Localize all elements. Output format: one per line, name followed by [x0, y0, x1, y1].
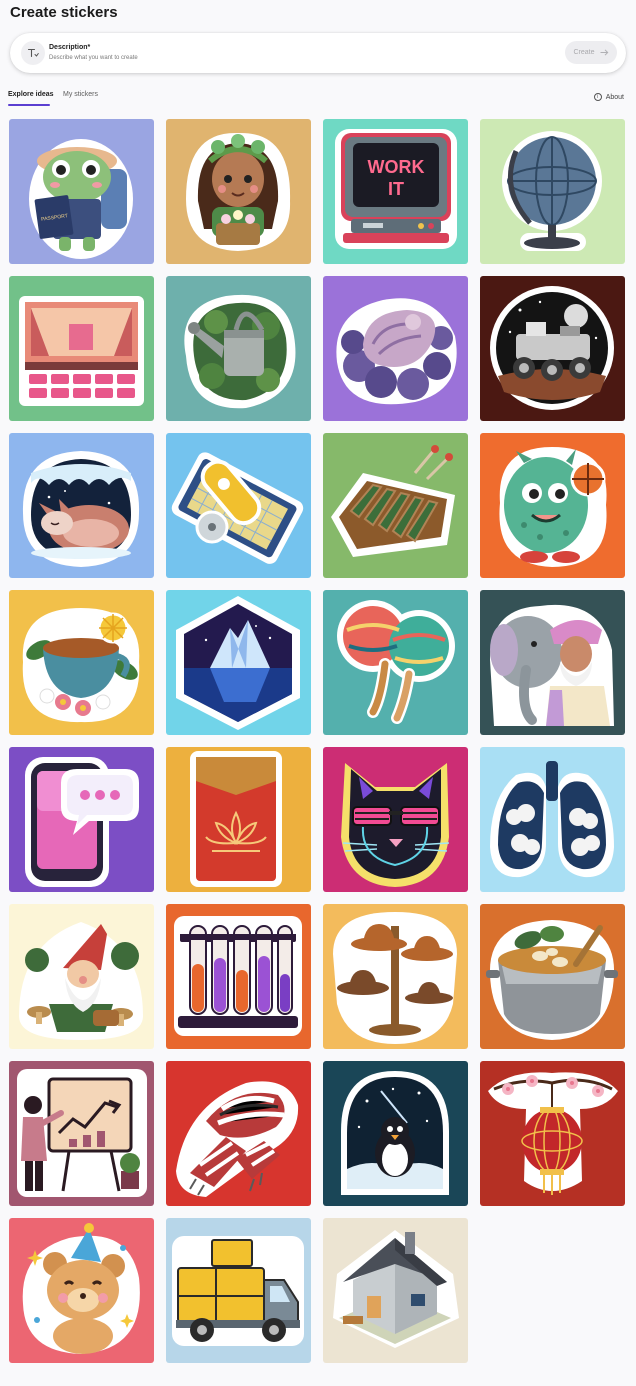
watering-can-icon	[184, 294, 296, 409]
sticker-tile-penguin-night[interactable]	[323, 1061, 468, 1206]
sleeping-fox-icon	[22, 451, 140, 567]
sticker-tile-work-it-computer[interactable]: WORK IT	[323, 119, 468, 264]
arrow-right-icon	[600, 49, 608, 56]
sticker-tile-presentation[interactable]	[9, 1061, 154, 1206]
elephant-icon	[490, 604, 614, 726]
create-button-label: Create	[573, 49, 595, 56]
sticker-grid: PASSPORT WORK IT	[9, 119, 625, 1363]
xylophone-icon	[331, 445, 455, 557]
about-link[interactable]: i About	[593, 93, 624, 101]
bear-icon	[22, 1223, 140, 1354]
sticker-tile-flower-girl[interactable]	[166, 119, 311, 264]
hat-rack-icon	[333, 912, 457, 1044]
maracas-icon	[337, 600, 455, 724]
sticker-tile-frog-traveler[interactable]: PASSPORT	[9, 119, 154, 264]
cat-icon	[341, 763, 450, 887]
description-label: Description*	[49, 44, 91, 51]
sticker-tile-tea-cup[interactable]	[9, 590, 154, 735]
house-icon	[333, 1230, 459, 1348]
sticker-tile-delivery-truck[interactable]	[166, 1218, 311, 1363]
description-prompt-box[interactable]: Description* Describe what you want to c…	[10, 33, 626, 73]
presentation-icon	[17, 1069, 147, 1197]
monster-icon	[499, 447, 607, 567]
sticker-tile-globe[interactable]	[480, 119, 625, 264]
about-label: About	[605, 93, 624, 101]
truck-icon	[172, 1236, 304, 1346]
penguin-icon	[341, 1071, 449, 1195]
sticker-tile-seashell[interactable]	[323, 276, 468, 421]
sticker-tile-maracas[interactable]	[323, 590, 468, 735]
page-title: Create stickers	[10, 4, 118, 21]
sticker-tile-red-envelope[interactable]	[166, 747, 311, 892]
soup-pot-icon	[486, 920, 618, 1040]
moon-rover-icon	[490, 286, 614, 410]
seashell-icon	[336, 298, 457, 405]
sticker-tile-theater[interactable]	[9, 276, 154, 421]
work-it-text: IT	[388, 179, 404, 199]
sticker-tile-party-bear[interactable]	[9, 1218, 154, 1363]
rotary-cutter-icon	[171, 452, 304, 564]
phone-chat-icon	[25, 757, 139, 887]
frog-traveler-icon: PASSPORT	[29, 139, 133, 259]
sticker-tile-elephant-man[interactable]	[480, 590, 625, 735]
text-prompt-icon	[21, 41, 45, 65]
work-it-text: WORK	[368, 157, 425, 177]
sticker-tile-iceberg[interactable]	[166, 590, 311, 735]
sticker-tile-watering-can[interactable]	[166, 276, 311, 421]
info-icon: i	[593, 93, 602, 101]
sticker-tile-xylophone[interactable]	[323, 433, 468, 578]
create-stickers-page: Create stickers Description* Describe wh…	[0, 0, 636, 1386]
sticker-tile-gnome[interactable]	[9, 904, 154, 1049]
tea-cup-icon	[22, 608, 140, 723]
scarf-icon	[176, 1081, 299, 1197]
sticker-tile-lantern[interactable]	[480, 1061, 625, 1206]
description-input[interactable]: Describe what you want to create	[49, 55, 138, 61]
tab-my-stickers[interactable]: My stickers	[63, 91, 98, 98]
sticker-tile-house[interactable]	[323, 1218, 468, 1363]
sticker-tile-soup-pot[interactable]	[480, 904, 625, 1049]
sticker-tile-scarf[interactable]	[166, 1061, 311, 1206]
iceberg-icon	[176, 596, 300, 730]
tab-explore-ideas[interactable]: Explore ideas	[8, 91, 54, 98]
sticker-tile-sleeping-fox[interactable]	[9, 433, 154, 578]
flower-girl-icon	[186, 132, 291, 251]
sticker-tile-cloud-lungs[interactable]	[480, 747, 625, 892]
sticker-tile-phone-chat[interactable]	[9, 747, 154, 892]
active-tab-indicator	[8, 104, 50, 106]
sticker-tile-neon-cat[interactable]	[323, 747, 468, 892]
gnome-icon	[19, 922, 143, 1040]
sticker-tile-test-tubes[interactable]	[166, 904, 311, 1049]
test-tubes-icon	[174, 916, 302, 1036]
sticker-tile-moon-rover[interactable]	[480, 276, 625, 421]
lantern-icon	[488, 1072, 618, 1195]
theater-icon	[19, 296, 144, 406]
sticker-tile-hat-rack[interactable]	[323, 904, 468, 1049]
sticker-tile-rotary-cutter[interactable]	[166, 433, 311, 578]
retro-computer-icon: WORK IT	[335, 129, 457, 249]
sticker-tile-basketball-monster[interactable]	[480, 433, 625, 578]
lungs-icon	[490, 761, 614, 878]
globe-icon	[502, 131, 602, 251]
red-envelope-icon	[190, 751, 282, 887]
create-button[interactable]: Create	[565, 41, 617, 64]
